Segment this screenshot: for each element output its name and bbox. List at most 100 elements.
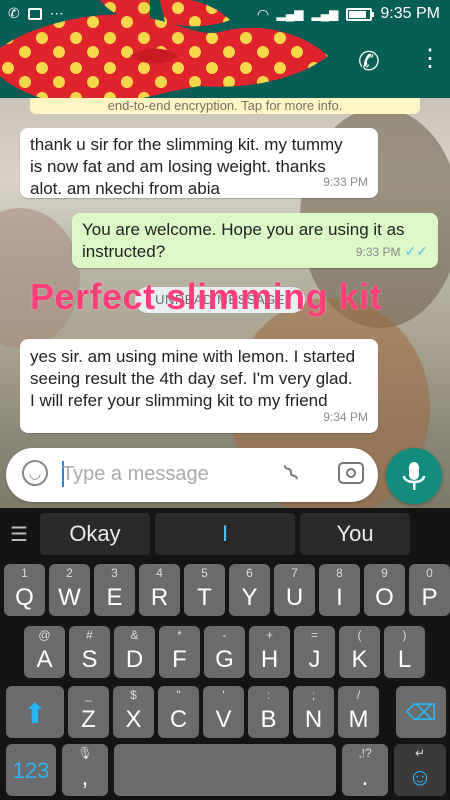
key-alt-label: & xyxy=(130,628,139,642)
numbers-key-label: 123 xyxy=(12,758,50,783)
key-label: U xyxy=(285,584,304,611)
key-r[interactable]: 4R xyxy=(139,564,180,616)
key-c[interactable]: " C xyxy=(158,686,199,738)
key-alt-label: 0 xyxy=(426,566,433,580)
key-alt-label: ; xyxy=(311,688,316,702)
key-label: T xyxy=(197,584,212,611)
more-options-icon[interactable]: ⋮ xyxy=(418,44,442,73)
key-u[interactable]: 7U xyxy=(274,564,315,616)
key-j[interactable]: = J xyxy=(294,626,335,678)
attach-icon[interactable]: ⌇ xyxy=(278,459,306,489)
overlay-caption: Perfect slimming kit xyxy=(30,276,383,317)
key-label: N xyxy=(304,706,323,733)
key-m[interactable]: / M xyxy=(338,686,379,738)
key-label: K xyxy=(351,646,368,673)
message-input[interactable]: ◡ Type a message ⌇ xyxy=(6,448,378,502)
key-p[interactable]: 0P xyxy=(409,564,450,616)
status-time: 9:35 PM xyxy=(380,5,440,22)
voice-input-icon: 🎙 xyxy=(77,746,93,760)
space-key[interactable] xyxy=(114,744,336,796)
key-e[interactable]: 3E xyxy=(94,564,135,616)
key-alt-label: " xyxy=(176,688,181,702)
key-alt-label: 3 xyxy=(111,566,118,580)
key-label: V xyxy=(215,706,232,733)
key-o[interactable]: 9O xyxy=(364,564,405,616)
emoji-key-icon: ☺ xyxy=(407,764,433,791)
key-y[interactable]: 6Y xyxy=(229,564,270,616)
key-l[interactable]: ) L xyxy=(384,626,425,678)
key-alt-label: - xyxy=(222,628,227,642)
key-a[interactable]: @ A xyxy=(24,626,65,678)
message-placeholder: Type a message xyxy=(62,463,209,485)
message-time: 9:33 PM xyxy=(323,175,368,189)
period-key[interactable]: ,!? . xyxy=(342,744,388,796)
key-label: E xyxy=(106,584,123,611)
message-text-line: I will refer your slimming kit to my fri… xyxy=(30,391,328,410)
key-alt-label: ) xyxy=(402,628,407,642)
encryption-notice[interactable]: end-to-end encryption. Tap for more info… xyxy=(30,98,420,114)
message-bubble-incoming[interactable]: yes sir. am using mine with lemon. I sta… xyxy=(20,339,378,433)
message-text-line: is now fat and am losing weight. thanks xyxy=(30,157,326,176)
key-d[interactable]: & D xyxy=(114,626,155,678)
key-label: Q xyxy=(15,584,34,611)
headband-sticker xyxy=(0,0,328,105)
backspace-key[interactable]: ⌫ xyxy=(396,686,446,738)
emoji-icon[interactable]: ◡ xyxy=(22,460,48,486)
key-alt-label: 5 xyxy=(201,566,208,580)
key-label: C xyxy=(169,706,188,733)
key-alt-label: 9 xyxy=(381,566,388,580)
key-n[interactable]: ; N xyxy=(293,686,334,738)
key-alt-label: 8 xyxy=(336,566,343,580)
comma-key[interactable]: 🎙 , xyxy=(62,744,108,796)
key-f[interactable]: * F xyxy=(159,626,200,678)
key-alt-label: 6 xyxy=(246,566,253,580)
key-b[interactable]: :B xyxy=(248,686,289,738)
shift-key[interactable]: ⬆ xyxy=(6,686,64,738)
comma-key-label: , xyxy=(81,764,89,791)
read-ticks-icon: ✓✓ xyxy=(404,243,428,259)
key-label: R xyxy=(150,584,169,611)
key-alt-label: ' xyxy=(222,688,225,702)
message-text-line: You are welcome. Hope you are using it a… xyxy=(82,220,405,239)
key-label: D xyxy=(125,646,144,673)
key-label: Z xyxy=(81,706,96,733)
call-icon[interactable]: ✆ xyxy=(358,46,380,77)
message-meta: 9:33 PM ✓✓ xyxy=(356,240,428,263)
keyboard-menu-icon[interactable]: ☰ xyxy=(10,522,28,547)
key-q[interactable]: 1Q xyxy=(4,564,45,616)
key-w[interactable]: 2W xyxy=(49,564,90,616)
key-s[interactable]: # S xyxy=(69,626,110,678)
message-text-line: alot. am nkechi from abia xyxy=(30,179,220,198)
key-alt-label: $ xyxy=(130,688,137,702)
key-label: Y xyxy=(241,584,258,611)
key-v[interactable]: ' V xyxy=(203,686,244,738)
camera-icon[interactable] xyxy=(338,462,364,484)
suggestion-3[interactable]: You xyxy=(300,513,410,555)
mic-icon xyxy=(402,462,426,490)
message-bubble-incoming[interactable]: thank u sir for the slimming kit. my tum… xyxy=(20,128,378,198)
key-alt-label: @ xyxy=(38,628,51,642)
key-h[interactable]: + H xyxy=(249,626,290,678)
key-alt-label: / xyxy=(356,688,361,702)
message-bubble-outgoing[interactable]: You are welcome. Hope you are using it a… xyxy=(72,213,438,268)
keyboard: ☰ Okay I You 1Q2W3E4R5T6Y7U8I9O0P @ A # S & D… xyxy=(0,508,450,800)
numbers-key[interactable]: 123 xyxy=(6,744,56,796)
key-k[interactable]: (K xyxy=(339,626,380,678)
mic-button[interactable] xyxy=(386,448,442,504)
key-label: F xyxy=(172,646,187,673)
suggestion-2[interactable]: I xyxy=(155,513,295,555)
battery-fill xyxy=(349,10,367,18)
suggestion-1[interactable]: Okay xyxy=(40,513,150,555)
key-alt-label: 7 xyxy=(291,566,298,580)
key-label: W xyxy=(58,584,81,611)
key-alt-label: # xyxy=(86,628,93,642)
message-text-line: thank u sir for the slimming kit. my tum… xyxy=(30,135,343,154)
key-alt-label: + xyxy=(265,628,273,642)
key-t[interactable]: 5T xyxy=(184,564,225,616)
key-x[interactable]: $ X xyxy=(113,686,154,738)
key-z[interactable]: _ Z xyxy=(68,686,109,738)
key-i[interactable]: 8I xyxy=(319,564,360,616)
key-alt-label: ( xyxy=(357,628,362,642)
key-g[interactable]: -G xyxy=(204,626,245,678)
enter-emoji-key[interactable]: ↵ ☺ xyxy=(394,744,446,796)
